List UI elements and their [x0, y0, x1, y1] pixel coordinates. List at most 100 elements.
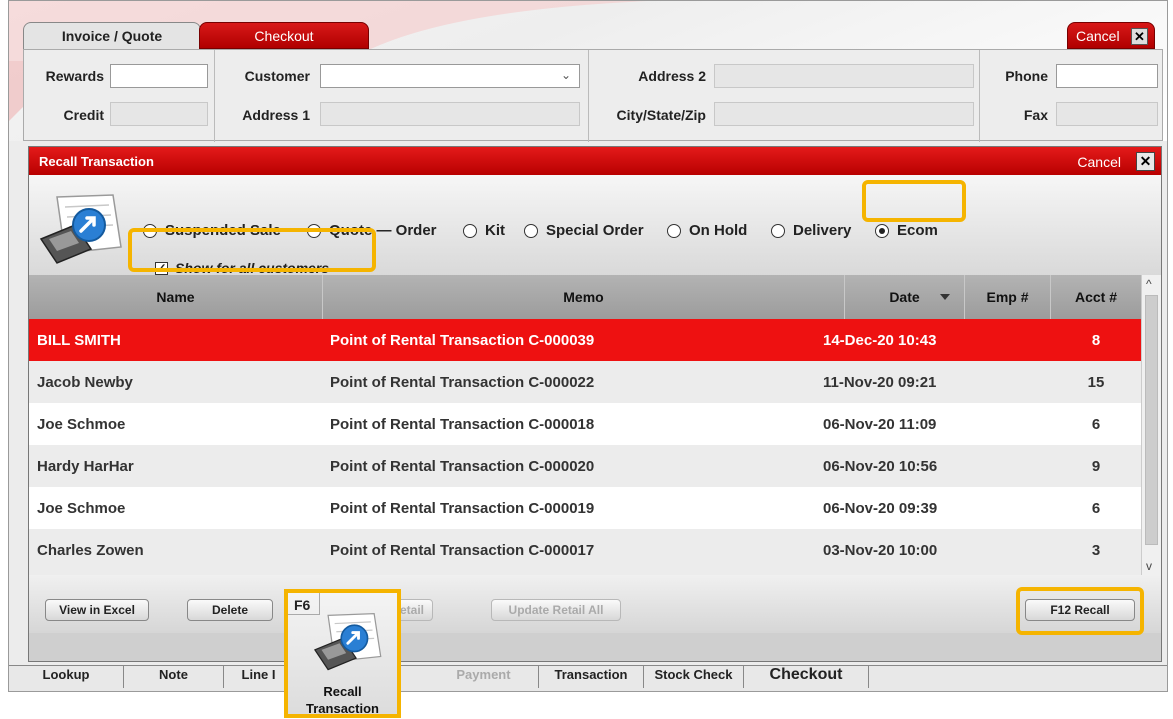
- customer-panel: Rewards Credit Customer ⌄ Address 1 Addr…: [23, 49, 1163, 142]
- phone-label: Phone: [1005, 68, 1048, 84]
- customer-label: Customer: [244, 68, 310, 84]
- cell-acct: 3: [1091, 541, 1101, 559]
- cell-memo: Point of Rental Transaction C-000018: [330, 415, 595, 433]
- col-header-emp[interactable]: Emp #: [965, 275, 1051, 319]
- radio-quote-order[interactable]: Quote — Order: [307, 222, 437, 239]
- customer-select[interactable]: ⌄: [320, 64, 580, 88]
- col-header-date[interactable]: Date: [845, 275, 965, 319]
- cell-name: Joe Schmoe: [37, 415, 126, 433]
- cell-name: Hardy HarHar: [37, 457, 134, 475]
- radio-dot: [771, 223, 785, 238]
- table-row[interactable]: BILL SMITH Point of Rental Transaction C…: [29, 319, 1141, 361]
- cell-date: 06-Nov-20 11:09: [823, 415, 937, 433]
- transaction-button[interactable]: Transaction: [539, 666, 644, 688]
- scroll-down-icon[interactable]: v: [1146, 559, 1152, 573]
- phone-field[interactable]: [1056, 64, 1158, 88]
- radio-kit[interactable]: Kit: [463, 222, 505, 239]
- dialog-button-strip: View in Excel Delete etail Update Retail…: [29, 575, 1161, 633]
- cell-emp: [965, 319, 1051, 361]
- recall-transaction-label: Recall Transaction: [306, 684, 379, 716]
- table-row[interactable]: Joe Schmoe Point of Rental Transaction C…: [29, 487, 1141, 529]
- divider: [214, 50, 215, 142]
- col-header-acct[interactable]: Acct #: [1051, 275, 1141, 319]
- table-header: Name Memo Date Emp # Acct #: [29, 275, 1141, 319]
- payment-button[interactable]: Payment: [429, 666, 539, 688]
- table-row[interactable]: Charles Zowen Point of Rental Transactio…: [29, 529, 1141, 575]
- cell-name: Joe Schmoe: [37, 499, 126, 517]
- close-icon[interactable]: ✕: [1131, 28, 1148, 45]
- cell-memo: Point of Rental Transaction C-000017: [330, 541, 595, 559]
- sort-down-icon: [940, 294, 950, 300]
- cell-acct: 9: [1091, 457, 1101, 475]
- rewards-field[interactable]: [110, 64, 208, 88]
- radio-dot: [667, 223, 681, 238]
- address1-field: [320, 102, 580, 126]
- radio-label: On Hold: [689, 222, 748, 239]
- cell-name: Jacob Newby: [37, 373, 133, 391]
- fax-field: [1056, 102, 1158, 126]
- stock-check-button[interactable]: Stock Check: [644, 666, 744, 688]
- cell-emp: [965, 361, 1051, 403]
- f12-recall-button[interactable]: F12 Recall: [1025, 599, 1135, 621]
- rewards-label: Rewards: [45, 68, 104, 84]
- show-all-customers-checkbox[interactable]: ✓ Show for all customers: [155, 260, 329, 276]
- tab-invoice-quote[interactable]: Invoice / Quote: [23, 22, 201, 49]
- radio-label: Quote — Order: [329, 222, 437, 239]
- radio-special-order[interactable]: Special Order: [524, 222, 644, 239]
- radio-dot: [524, 223, 538, 238]
- dialog-title: Recall Transaction: [39, 154, 154, 169]
- radio-ecom[interactable]: Ecom: [875, 222, 938, 239]
- cell-acct: 15: [1087, 373, 1105, 391]
- cancel-button[interactable]: Cancel ✕: [1067, 22, 1155, 49]
- close-icon[interactable]: ✕: [1136, 152, 1155, 171]
- checkout-button[interactable]: Checkout: [744, 666, 869, 688]
- bottom-toolbar: Lookup Note Line I Payment Transaction S…: [9, 665, 1167, 691]
- scroll-up-icon[interactable]: ^: [1146, 277, 1152, 291]
- transactions-table: Name Memo Date Emp # Acct # BILL SMITH P…: [29, 275, 1141, 575]
- credit-label: Credit: [63, 107, 104, 123]
- vertical-scrollbar[interactable]: ^ v: [1141, 275, 1161, 575]
- radio-suspended-sale[interactable]: Suspended Sale: [143, 222, 281, 239]
- note-button[interactable]: Note: [124, 666, 224, 688]
- cell-name: Charles Zowen: [37, 541, 144, 559]
- scroll-thumb[interactable]: [1145, 295, 1158, 545]
- dialog-title-bar: Recall Transaction Cancel ✕: [29, 147, 1161, 175]
- delete-button[interactable]: Delete: [187, 599, 273, 621]
- cell-acct: 6: [1091, 499, 1101, 517]
- dialog-cancel-button[interactable]: Cancel: [1077, 154, 1121, 170]
- radio-dot: [307, 223, 321, 238]
- table-row[interactable]: Joe Schmoe Point of Rental Transaction C…: [29, 403, 1141, 445]
- cell-memo: Point of Rental Transaction C-000019: [330, 499, 595, 517]
- cell-memo: Point of Rental Transaction C-000039: [330, 331, 595, 349]
- cell-acct: 8: [1091, 331, 1101, 349]
- cell-date: 14-Dec-20 10:43: [823, 331, 937, 349]
- radio-label: Special Order: [546, 222, 644, 239]
- lookup-button[interactable]: Lookup: [9, 666, 124, 688]
- address1-label: Address 1: [242, 107, 310, 123]
- radio-label: Kit: [485, 222, 505, 239]
- recall-transaction-icon: [314, 613, 382, 671]
- recall-transaction-button[interactable]: F6 Recall Transaction: [284, 589, 401, 718]
- radio-on-hold[interactable]: On Hold: [667, 222, 747, 239]
- radio-dot: [463, 223, 477, 238]
- checkmark-icon: ✓: [155, 260, 168, 275]
- update-retail-all-button[interactable]: Update Retail All: [491, 599, 621, 621]
- cell-emp: [965, 529, 1051, 571]
- tab-checkout[interactable]: Checkout: [199, 22, 369, 49]
- table-row[interactable]: Jacob Newby Point of Rental Transaction …: [29, 361, 1141, 403]
- radio-delivery[interactable]: Delivery: [771, 222, 851, 239]
- radio-label: Delivery: [793, 222, 852, 239]
- cell-acct: 6: [1091, 415, 1101, 433]
- divider: [979, 50, 980, 142]
- table-row[interactable]: Hardy HarHar Point of Rental Transaction…: [29, 445, 1141, 487]
- cell-name: BILL SMITH: [37, 331, 121, 349]
- view-in-excel-button[interactable]: View in Excel: [45, 599, 149, 621]
- col-header-name[interactable]: Name: [29, 275, 323, 319]
- address2-field: [714, 64, 974, 88]
- radio-dot: [875, 223, 889, 238]
- address2-label: Address 2: [638, 68, 706, 84]
- col-header-memo[interactable]: Memo: [323, 275, 845, 319]
- city-state-zip-field: [714, 102, 974, 126]
- checkbox-label: Show for all customers: [175, 260, 330, 276]
- cell-date: 06-Nov-20 10:56: [823, 457, 938, 475]
